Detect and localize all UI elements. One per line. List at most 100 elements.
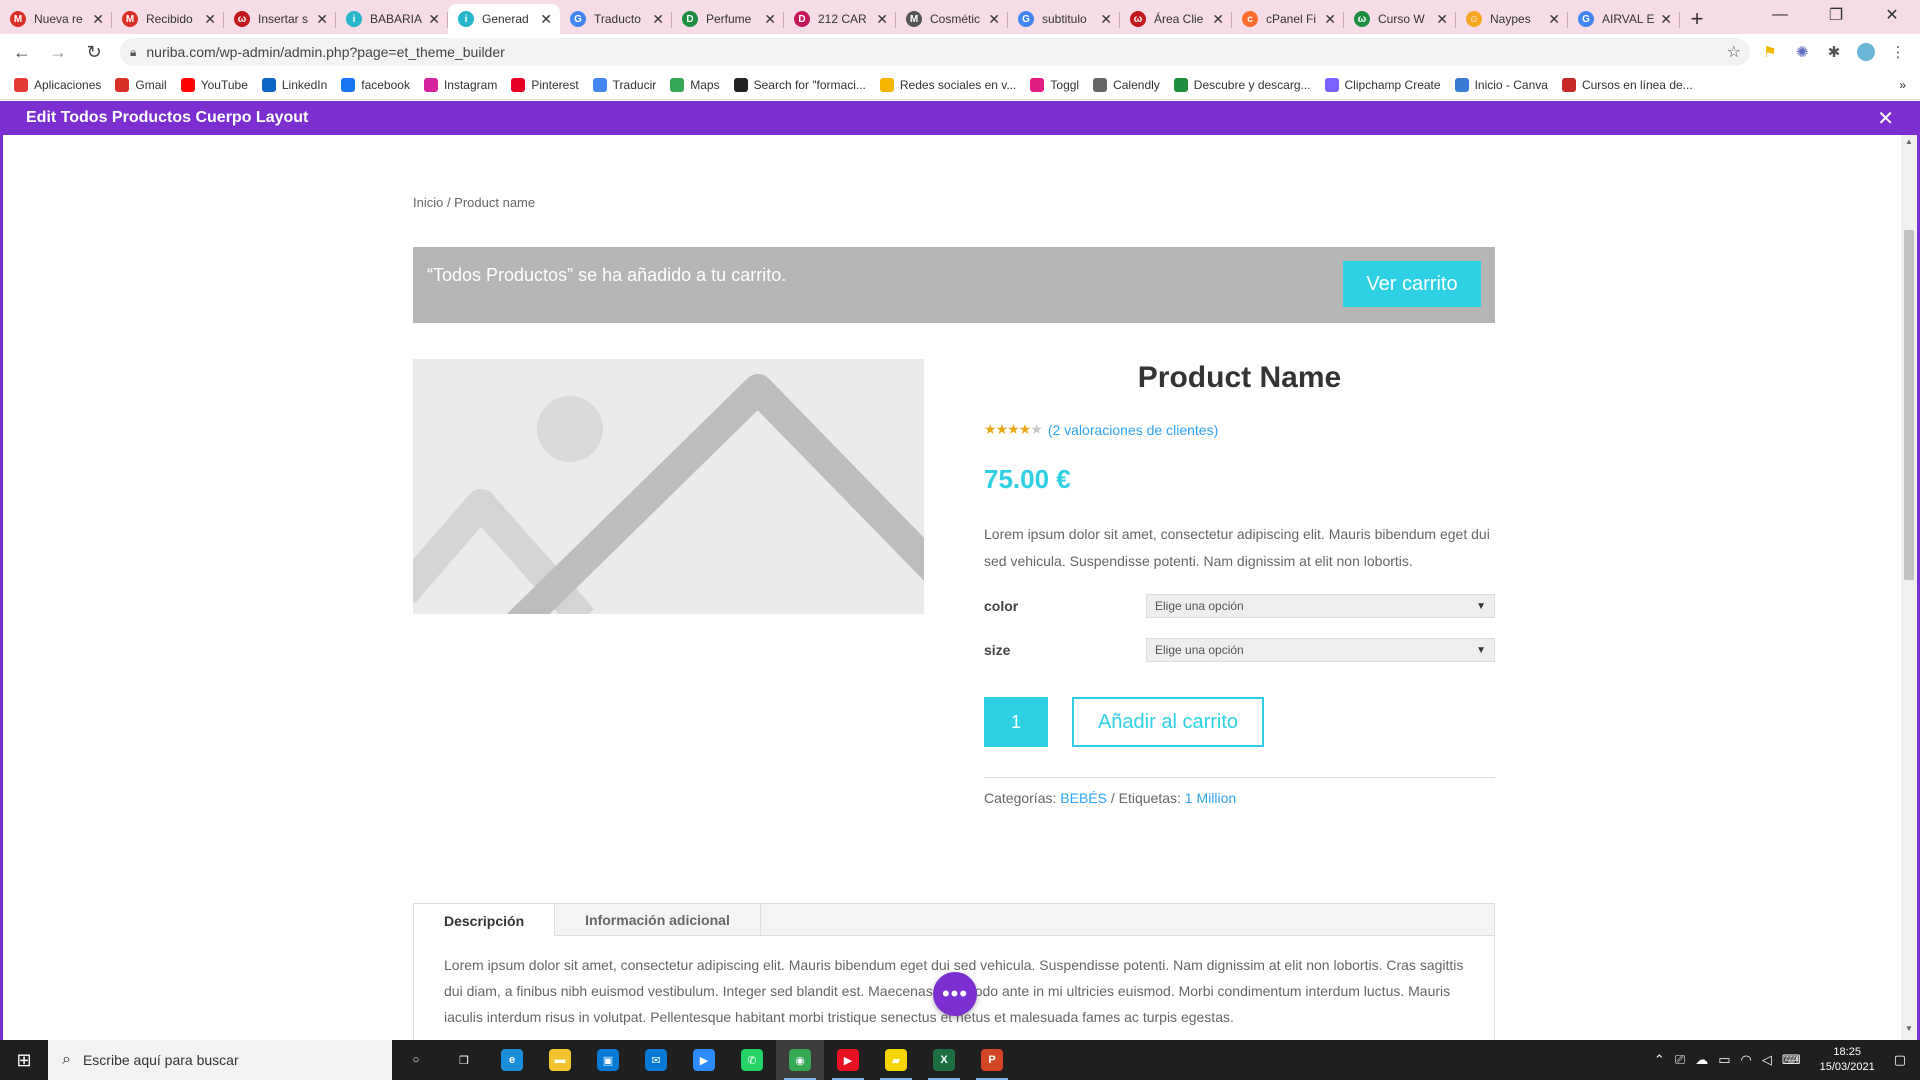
bookmark-item[interactable]: facebook	[341, 77, 410, 92]
store-icon[interactable]: ▣	[584, 1040, 632, 1080]
minimize-icon[interactable]: —	[1752, 0, 1808, 30]
browser-tab[interactable]: ω Área Clie ✕	[1120, 4, 1232, 34]
tag-link[interactable]: 1 Million	[1185, 790, 1236, 806]
bookmark-item[interactable]: Inicio - Canva	[1454, 77, 1548, 92]
bookmark-item[interactable]: Pinterest	[511, 77, 579, 92]
task-view-icon[interactable]: ❐	[440, 1040, 488, 1080]
extension-gear-icon[interactable]: ✺	[1790, 40, 1814, 64]
browser-tab[interactable]: i Generad ✕	[448, 4, 560, 34]
add-to-cart-button[interactable]: Añadir al carrito	[1072, 697, 1264, 747]
extensions-puzzle-icon[interactable]: ✱	[1822, 40, 1846, 64]
quantity-input[interactable]: 1	[984, 697, 1048, 747]
taskbar-clock[interactable]: 18:25 15/03/2021	[1820, 1045, 1875, 1075]
tab-close-icon[interactable]: ✕	[92, 11, 104, 28]
bookmark-item[interactable]: Cursos en línea de...	[1561, 77, 1693, 92]
bookmark-item[interactable]: Calendly	[1093, 77, 1160, 92]
browser-tab[interactable]: G Traducto ✕	[560, 4, 672, 34]
tab-close-icon[interactable]: ✕	[764, 11, 776, 28]
browser-tab[interactable]: M Nueva re ✕	[0, 4, 112, 34]
browser-tab[interactable]: D Perfume ✕	[672, 4, 784, 34]
file-explorer-icon[interactable]: ▬	[536, 1040, 584, 1080]
bookmark-item[interactable]: Gmail	[115, 77, 167, 92]
scrollbar-thumb[interactable]	[1904, 230, 1914, 580]
notifications-icon[interactable]: ▢	[1894, 1052, 1906, 1068]
tab-close-icon[interactable]: ✕	[652, 11, 664, 28]
bookmark-item[interactable]: YouTube	[180, 77, 248, 92]
edge-icon[interactable]: e	[488, 1040, 536, 1080]
volume-icon[interactable]: ◁	[1762, 1052, 1772, 1068]
variation-select-color[interactable]: Elige una opción ▼	[1146, 594, 1495, 618]
window-close-icon[interactable]: ✕	[1864, 0, 1920, 30]
tray-chevron-icon[interactable]: ⌃	[1654, 1052, 1665, 1068]
mail-icon[interactable]: ✉	[632, 1040, 680, 1080]
new-tab-icon[interactable]: +	[1680, 4, 1714, 34]
restore-icon[interactable]: ❐	[1808, 0, 1864, 30]
tray-meet-icon[interactable]: ⎚	[1675, 1052, 1685, 1068]
browser-tab[interactable]: M Cosmétic ✕	[896, 4, 1008, 34]
product-tab[interactable]: Descripción	[414, 904, 556, 937]
reviews-link[interactable]: (2 valoraciones de clientes)	[1048, 422, 1218, 438]
wifi-icon[interactable]: ◠	[1741, 1052, 1752, 1068]
media-player-icon[interactable]: ▶	[824, 1040, 872, 1080]
builder-close-icon[interactable]: ✕	[1877, 106, 1894, 131]
tab-close-icon[interactable]: ✕	[204, 11, 216, 28]
bookmark-item[interactable]: Aplicaciones	[14, 77, 101, 92]
windows-start-icon[interactable]: ⊞	[0, 1040, 48, 1080]
forward-arrow-icon[interactable]: →	[44, 38, 72, 66]
extension-flag-icon[interactable]: ⚑	[1758, 40, 1782, 64]
variation-select-size[interactable]: Elige una opción ▼	[1146, 638, 1495, 662]
scroll-up-icon[interactable]: ▲	[1901, 137, 1917, 151]
browser-tab[interactable]: i BABARIA ✕	[336, 4, 448, 34]
tab-close-icon[interactable]: ✕	[540, 11, 552, 28]
browser-tab[interactable]: ☺ Naypes ✕	[1456, 4, 1568, 34]
tab-close-icon[interactable]: ✕	[316, 11, 328, 28]
tab-close-icon[interactable]: ✕	[1324, 11, 1336, 28]
zoom-icon[interactable]: ▶	[680, 1040, 728, 1080]
back-arrow-icon[interactable]: ←	[8, 38, 36, 66]
tab-close-icon[interactable]: ✕	[1212, 11, 1224, 28]
excel-icon[interactable]: X	[920, 1040, 968, 1080]
bookmarks-overflow-icon[interactable]: »	[1899, 78, 1906, 92]
browser-tab[interactable]: c cPanel Fi ✕	[1232, 4, 1344, 34]
bookmark-item[interactable]: Maps	[670, 77, 720, 92]
browser-tab[interactable]: D 212 CAR ✕	[784, 4, 896, 34]
tab-close-icon[interactable]: ✕	[1100, 11, 1112, 28]
address-bar[interactable]: 🔒︎ nuriba.com/wp-admin/admin.php?page=et…	[120, 38, 1750, 66]
tab-close-icon[interactable]: ✕	[1436, 11, 1448, 28]
page-scrollbar[interactable]: ▲ ▼	[1901, 135, 1917, 1040]
bookmark-item[interactable]: Descubre y descarg...	[1173, 77, 1311, 92]
builder-options-button[interactable]: •••	[933, 972, 977, 1016]
tab-close-icon[interactable]: ✕	[988, 11, 1000, 28]
tab-close-icon[interactable]: ✕	[1548, 11, 1560, 28]
chrome-icon[interactable]: ◉	[776, 1040, 824, 1080]
bookmark-item[interactable]: Redes sociales en v...	[879, 77, 1016, 92]
profile-avatar[interactable]	[1854, 40, 1878, 64]
product-tab[interactable]: Información adicional	[555, 904, 761, 936]
bookmark-item[interactable]: LinkedIn	[261, 77, 327, 92]
bookmark-item[interactable]: Clipchamp Create	[1324, 77, 1441, 92]
powerpoint-icon[interactable]: P	[968, 1040, 1016, 1080]
tab-close-icon[interactable]: ✕	[876, 11, 888, 28]
taskbar-search[interactable]: ⌕ Escribe aquí para buscar	[48, 1040, 392, 1080]
category-link[interactable]: BEBÉS	[1060, 790, 1107, 806]
browser-tab[interactable]: ω Insertar s ✕	[224, 4, 336, 34]
keyboard-icon[interactable]: ⌨	[1782, 1052, 1801, 1068]
browser-tab[interactable]: M Recibido ✕	[112, 4, 224, 34]
whatsapp-icon[interactable]: ✆	[728, 1040, 776, 1080]
cortana-icon[interactable]: ○	[392, 1040, 440, 1080]
bookmark-item[interactable]: Traducir	[592, 77, 656, 92]
bookmark-star-icon[interactable]: ☆	[1727, 42, 1741, 62]
scroll-down-icon[interactable]: ▼	[1901, 1024, 1917, 1038]
onedrive-icon[interactable]: ☁	[1695, 1052, 1708, 1068]
bookmark-item[interactable]: Search for "formaci...	[733, 77, 866, 92]
bookmark-item[interactable]: Toggl	[1030, 77, 1079, 92]
browser-tab[interactable]: ω Curso W ✕	[1344, 4, 1456, 34]
tab-close-icon[interactable]: ✕	[1660, 11, 1672, 28]
bookmark-item[interactable]: Instagram	[423, 77, 497, 92]
view-cart-button[interactable]: Ver carrito	[1343, 261, 1481, 307]
browser-tab[interactable]: Gsubtitulo ✕	[1008, 4, 1120, 34]
browser-menu-icon[interactable]: ⋮	[1886, 40, 1910, 64]
browser-tab[interactable]: G AIRVAL E ✕	[1568, 4, 1680, 34]
sticky-notes-icon[interactable]: ▰	[872, 1040, 920, 1080]
reload-icon[interactable]: ↻	[80, 38, 108, 66]
